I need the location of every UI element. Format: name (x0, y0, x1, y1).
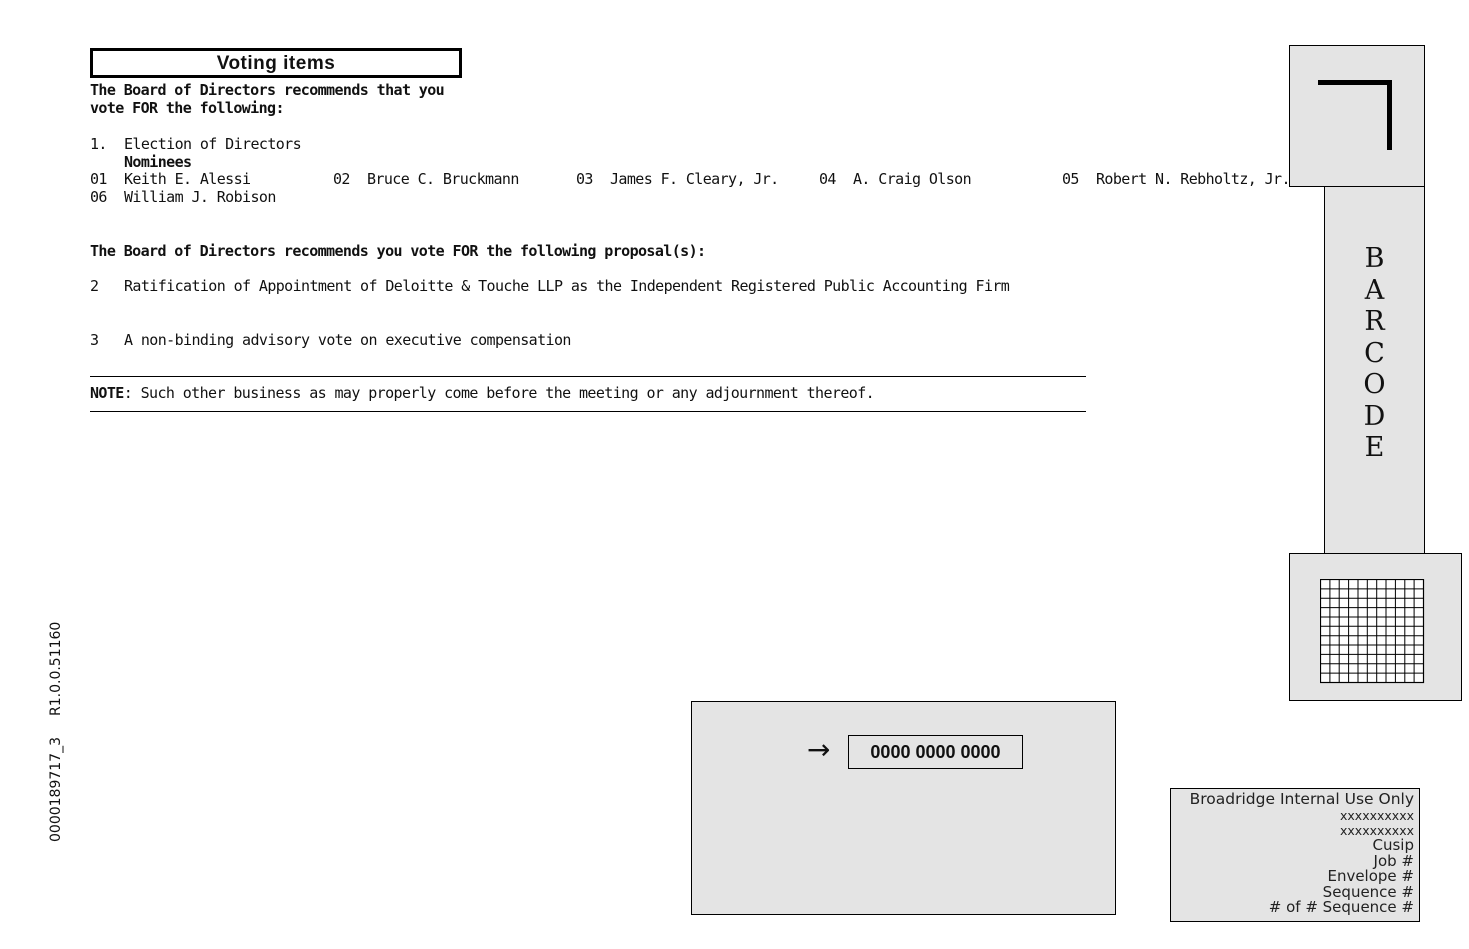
2d-barcode-box (1289, 553, 1462, 701)
item1-label: Election of Directors (124, 135, 302, 153)
intro-line-1: The Board of Directors recommends that y… (90, 81, 445, 99)
internal-use-box: Broadridge Internal Use Only xxxxxxxxxx … (1170, 788, 1420, 922)
proposal-number: 3 (90, 331, 99, 349)
nominee-name: William J. Robison (124, 188, 276, 206)
barcode-letter: R (1364, 306, 1385, 337)
nominee-number: 05 (1062, 170, 1079, 188)
internal-use-line: # of # Sequence # (1268, 898, 1414, 916)
arrow-right-icon: → (807, 733, 831, 766)
nominee-name: Keith E. Alessi (124, 170, 251, 188)
note-bottom-divider (90, 411, 1086, 412)
nominee-number: 06 (90, 188, 107, 206)
nominee-number: 04 (819, 170, 836, 188)
barcode-letter: E (1364, 432, 1385, 463)
proposals-intro: The Board of Directors recommends you vo… (90, 242, 706, 260)
proposal-number: 2 (90, 277, 99, 295)
note-label: NOTE (90, 384, 124, 402)
nominee-name: Robert N. Rebholtz, Jr. (1096, 170, 1291, 188)
revision-code: R1.0.0.51160 (48, 621, 64, 716)
corner-mark-icon (1318, 80, 1392, 150)
registration-mark-box (1289, 45, 1425, 187)
nominee-number: 03 (576, 170, 593, 188)
barcode-label: B A R C O D E (1325, 243, 1424, 464)
barcode-letter: A (1364, 274, 1385, 306)
note-top-divider (90, 376, 1086, 377)
barcode-placeholder: B A R C O D E (1324, 186, 1425, 554)
nominees-label: Nominees (124, 153, 192, 171)
section-title: Voting items (90, 48, 462, 78)
nominee-number: 01 (90, 170, 107, 188)
internal-use-title: Broadridge Internal Use Only (1189, 790, 1414, 808)
barcode-letter: C (1364, 337, 1385, 369)
control-number-box: → 0000 0000 0000 (691, 701, 1116, 915)
barcode-letter: B (1364, 243, 1385, 274)
item1-number: 1. (90, 135, 107, 153)
nominee-name: A. Craig Olson (853, 170, 972, 188)
control-number-field: 0000 0000 0000 (848, 735, 1023, 769)
internal-use-line: xxxxxxxxxx (1340, 808, 1414, 823)
intro-line-2: vote FOR the following: (90, 99, 285, 117)
barcode-letter: D (1363, 400, 1386, 432)
doc-id-code: 0000189717_3 (48, 737, 64, 842)
nominee-name: Bruce C. Bruckmann (367, 170, 519, 188)
barcode-letter: O (1363, 369, 1386, 400)
proposal-text: A non-binding advisory vote on executive… (124, 331, 571, 349)
nominee-name: James F. Cleary, Jr. (610, 170, 779, 188)
note-text: : Such other business as may properly co… (123, 384, 875, 402)
grid-code-icon (1320, 579, 1425, 684)
nominee-number: 02 (333, 170, 350, 188)
proposal-text: Ratification of Appointment of Deloitte … (124, 277, 1010, 295)
note: NOTE: Such other business as may properl… (90, 384, 875, 402)
